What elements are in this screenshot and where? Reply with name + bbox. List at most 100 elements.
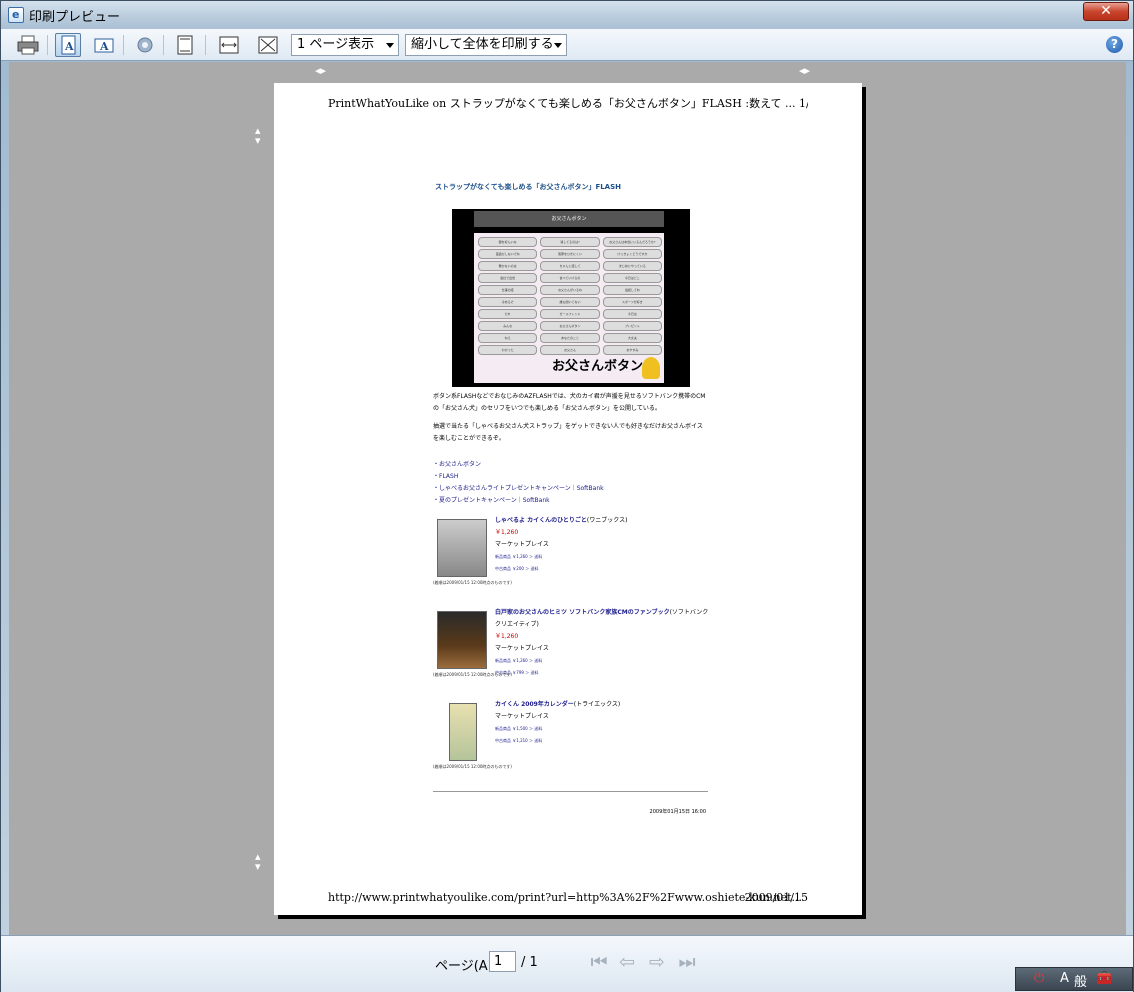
link-summer-campaign[interactable]: ・夏のプレゼントキャンペーン｜SoftBank bbox=[433, 495, 708, 507]
article-content: ストラップがなくても楽しめる「お父さんボタン」FLASH お父さんボタン 御を好… bbox=[433, 181, 708, 818]
flash-sound-button: だれ bbox=[478, 309, 538, 319]
product-new-price[interactable]: 新品商品 ￥1,260 ＞ 送料 bbox=[495, 551, 710, 563]
article-paragraph-2: 抽選で当たる「しゃべるお父さん犬ストラップ」をゲットできない人でも好きなだけお父… bbox=[433, 423, 703, 442]
page-footer: http://www.printwhatyoulike.com/print?ur… bbox=[328, 891, 808, 904]
print-size-value: 縮小して全体を印刷する bbox=[411, 37, 554, 52]
view-mode-select[interactable]: 1 ページ表示 bbox=[291, 34, 399, 56]
product-used-price[interactable]: 中古商品 ￥799 ＞ 送料 bbox=[495, 667, 710, 679]
help-icon[interactable]: ? bbox=[1106, 36, 1123, 53]
flash-sound-button: 大丈夫 bbox=[602, 333, 662, 343]
page-frame-icon bbox=[177, 35, 193, 55]
footer-date: 2009/01/15 bbox=[744, 891, 808, 904]
ime-dictionary-mode[interactable]: 般 bbox=[1074, 971, 1087, 990]
post-timestamp: 2009年01月15日 16:00 bbox=[649, 809, 706, 815]
flash-sound-button: 働かないのは bbox=[478, 261, 538, 271]
previous-page-icon[interactable]: ⇦ bbox=[615, 951, 639, 973]
flash-title-bar: お父さんボタン bbox=[474, 211, 664, 227]
flash-sound-button: お父さんボタン bbox=[540, 321, 600, 331]
divider bbox=[433, 791, 708, 792]
page-header: PrintWhatYouLike on ストラップがなくても楽しめる「お父さんボ… bbox=[328, 97, 808, 110]
flash-screenshot: お父さんボタン 御を好んいな 消してるのは? お父さんは本当にいるんだろうか? 夜遊び… bbox=[452, 209, 690, 387]
full-page-button[interactable] bbox=[255, 33, 281, 57]
page-setup-button[interactable] bbox=[132, 33, 158, 57]
flash-sound-button: 消してるのは? bbox=[540, 237, 600, 247]
link-otousan-button[interactable]: ・お父さんボタン bbox=[433, 459, 708, 471]
flash-sound-button: スポーツが好き bbox=[602, 297, 662, 307]
flash-sound-button: みんな bbox=[478, 321, 538, 331]
bottom-margin-handle-icon[interactable]: ▴ ▾ bbox=[255, 851, 261, 872]
print-button[interactable] bbox=[15, 33, 41, 57]
product-publisher: (ワニブックス) bbox=[586, 517, 628, 524]
flash-sound-button: 今日は bbox=[602, 309, 662, 319]
view-mode-value: 1 ページ表示 bbox=[297, 37, 375, 52]
flash-sound-button: お父さん bbox=[540, 345, 600, 355]
status-bar: ページ(A) 1 / 1 ⏮ ⇦ ⇨ ⏭ bbox=[1, 935, 1133, 992]
landscape-button[interactable]: A bbox=[91, 33, 117, 57]
product-note: (着順は2009/01/15 12:00時点のものです) bbox=[433, 672, 512, 677]
product-used-price[interactable]: 中古商品 ￥1,210 ＞ 送料 bbox=[495, 735, 710, 747]
print-preview-window: e 印刷プレビュー ✕ A A 1 ページ表示 縮小して全体を印刷する ? ◂▸… bbox=[0, 0, 1134, 992]
product-used-price[interactable]: 中古商品 ￥200 ＞ 送料 bbox=[495, 563, 710, 575]
gear-icon bbox=[137, 37, 153, 53]
svg-text:A: A bbox=[99, 40, 109, 53]
ie-app-icon: e bbox=[8, 7, 24, 23]
link-flash[interactable]: ・FLASH bbox=[433, 471, 708, 483]
flash-sound-button: まじめにやっている bbox=[602, 261, 662, 271]
dog-photo-thumbnail bbox=[437, 519, 487, 577]
toolbar: A A 1 ページ表示 縮小して全体を印刷する ? bbox=[1, 29, 1133, 61]
page-number-input[interactable]: 1 bbox=[489, 951, 516, 972]
flash-sound-button: 食べていけるの bbox=[540, 273, 600, 283]
right-margin-handle-icon[interactable]: ◂▸ bbox=[799, 65, 810, 76]
headers-footers-button[interactable] bbox=[172, 33, 198, 57]
ime-language-bar[interactable]: ⏻ A 般 🧰 bbox=[1015, 967, 1133, 991]
flash-sound-button: 仕事の話 bbox=[478, 285, 538, 295]
window-title: 印刷プレビュー bbox=[29, 10, 121, 25]
product-title[interactable]: カイくん 2009年カレンダー bbox=[495, 701, 574, 708]
flash-sound-button: ちゃんと話して bbox=[540, 261, 600, 271]
flash-sound-button: ねえ bbox=[478, 333, 538, 343]
product-title[interactable]: 白戸家のお父さんのヒミツ ソフトバンク家族CMのファンブック bbox=[495, 609, 670, 616]
product-market: マーケットプレイス bbox=[495, 713, 549, 720]
article-title: ストラップがなくても楽しめる「お父さんボタン」FLASH bbox=[435, 183, 621, 191]
flash-panel: 御を好んいな 消してるのは? お父さんは本当にいるんだろうか? 夜遊びしないでね 風邪を… bbox=[474, 233, 664, 383]
left-margin-handle-icon[interactable]: ◂▸ bbox=[315, 65, 326, 76]
page-width-icon bbox=[219, 36, 239, 54]
flash-sound-button: 御を好んいな bbox=[478, 237, 538, 247]
product-note: (着順は2009/01/15 12:00時点のものです) bbox=[433, 580, 512, 585]
top-margin-handle-icon[interactable]: ▴ ▾ bbox=[255, 125, 261, 146]
product-item: カイくん 2009年カレンダー(トライエックス) マーケットプレイス 新品商品 … bbox=[433, 699, 708, 783]
product-new-price[interactable]: 新品商品 ￥1,500 ＞ 送料 bbox=[495, 723, 710, 735]
product-market: マーケットプレイス bbox=[495, 645, 549, 652]
preview-area: ◂▸ ◂▸ ▴ ▾ ▴ ▾ PrintWhatYouLike on ストラップがなく… bbox=[9, 62, 1126, 935]
first-page-icon[interactable]: ⏮ bbox=[587, 951, 611, 973]
product-new-price[interactable]: 新品商品 ￥1,260 ＞ 送料 bbox=[495, 655, 710, 667]
flash-sound-button: おやすみ bbox=[602, 345, 662, 355]
product-note: (着順は2009/01/15 12:00時点のものです) bbox=[433, 764, 512, 769]
full-width-button[interactable] bbox=[216, 33, 242, 57]
flash-sound-button: けっきょくどうですか bbox=[602, 249, 662, 259]
flash-sound-button: 風邪をひきにくい bbox=[540, 249, 600, 259]
close-button[interactable]: ✕ bbox=[1083, 2, 1129, 21]
portrait-button[interactable]: A bbox=[55, 33, 81, 57]
flash-sound-button: 誰も聞いてない bbox=[540, 297, 600, 307]
flash-sound-button: プレゼント bbox=[602, 321, 662, 331]
related-links: ・お父さんボタン ・FLASH ・しゃべるお父さんライトプレゼントキャンペーン｜… bbox=[433, 459, 708, 507]
last-page-icon[interactable]: ⏭ bbox=[675, 951, 699, 973]
landscape-page-icon: A bbox=[94, 38, 114, 53]
flash-sound-button: 電話してね bbox=[602, 285, 662, 295]
print-size-select[interactable]: 縮小して全体を印刷する bbox=[405, 34, 567, 56]
footer-url: http://www.printwhatyoulike.com/print?ur… bbox=[328, 891, 802, 904]
product-price: ￥1,260 bbox=[495, 529, 519, 536]
ime-power-icon[interactable]: ⏻ bbox=[1034, 971, 1044, 986]
product-title[interactable]: しゃべるよ カイくんのひとりごと bbox=[495, 517, 587, 524]
flash-logo: お父さんボタン bbox=[552, 359, 644, 374]
product-item: 白戸家のお父さんのヒミツ ソフトバンク家族CMのファンブック(ソフトバンククリエ… bbox=[433, 607, 708, 691]
page-total: / 1 bbox=[521, 955, 538, 970]
next-page-icon[interactable]: ⇨ bbox=[645, 951, 669, 973]
flash-button-grid: 御を好んいな 消してるのは? お父さんは本当にいるんだろうか? 夜遊びしないでね 風邪を… bbox=[478, 237, 662, 355]
ime-tools-icon[interactable]: 🧰 bbox=[1096, 971, 1112, 986]
ime-input-mode[interactable]: A bbox=[1060, 971, 1069, 986]
product-publisher: (トライエックス) bbox=[573, 701, 621, 708]
link-strap-campaign[interactable]: ・しゃべるお父さんライトプレゼントキャンペーン｜SoftBank bbox=[433, 483, 708, 495]
whole-page-icon bbox=[258, 36, 278, 54]
